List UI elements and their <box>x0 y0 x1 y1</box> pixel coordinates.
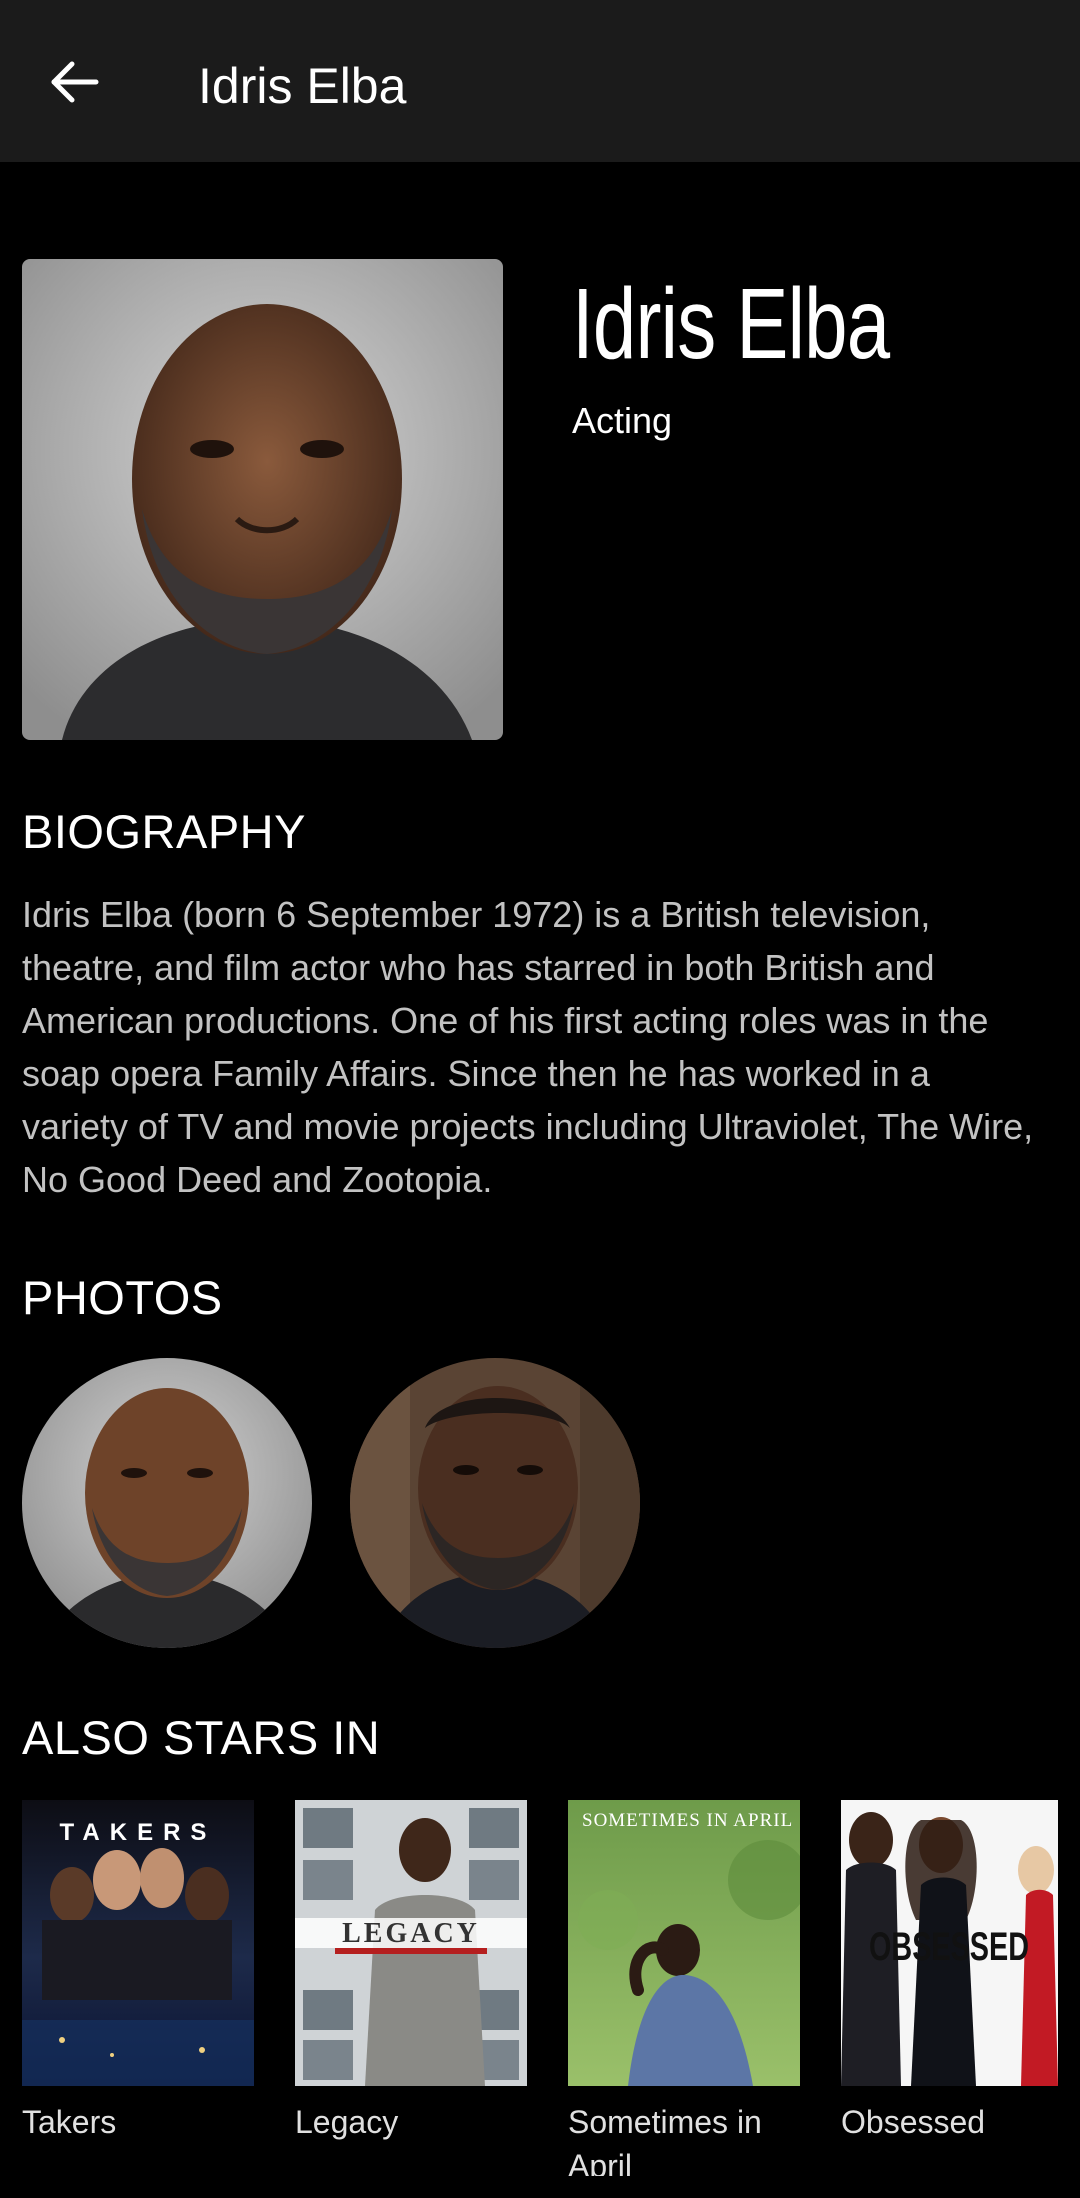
biography-heading: BIOGRAPHY <box>22 805 306 858</box>
movie-poster[interactable]: LEGACY <box>295 1800 527 2086</box>
poster-text: LEGACY <box>342 1918 480 1949</box>
also-stars-in-heading: ALSO STARS IN <box>22 1711 381 1764</box>
movie-poster[interactable]: SOMETIMES IN APRIL <box>568 1800 800 2086</box>
back-button[interactable] <box>40 52 110 112</box>
movie-title[interactable]: Legacy <box>295 2100 535 2144</box>
poster-text: SOMETIMES IN APRIL <box>582 1810 793 1831</box>
movie-title[interactable]: Takers <box>22 2100 262 2144</box>
known-for-department: Acting <box>572 400 673 441</box>
movie-title[interactable]: Obsessed <box>841 2100 1080 2144</box>
photos-heading: PHOTOS <box>22 1271 223 1324</box>
biography-text: Idris Elba (born 6 September 1972) is a … <box>22 894 1034 1200</box>
app-bar: Idris Elba <box>0 0 1080 162</box>
photo-thumbnail[interactable] <box>22 1358 312 1648</box>
poster-text: OBSESSED <box>869 1924 1029 1969</box>
arrow-left-icon <box>51 61 99 103</box>
profile-photo[interactable] <box>22 259 503 740</box>
photo-thumbnail[interactable] <box>350 1358 640 1648</box>
person-name: Idris Elba <box>572 268 890 380</box>
movie-poster[interactable]: OBSESSED <box>841 1800 1058 2086</box>
poster-text: TAKERS <box>60 1819 217 1846</box>
movie-title[interactable]: Sometimes in April <box>568 2100 808 2176</box>
app-bar-title: Idris Elba <box>198 58 407 114</box>
movie-poster[interactable]: TAKERS <box>22 1800 254 2086</box>
